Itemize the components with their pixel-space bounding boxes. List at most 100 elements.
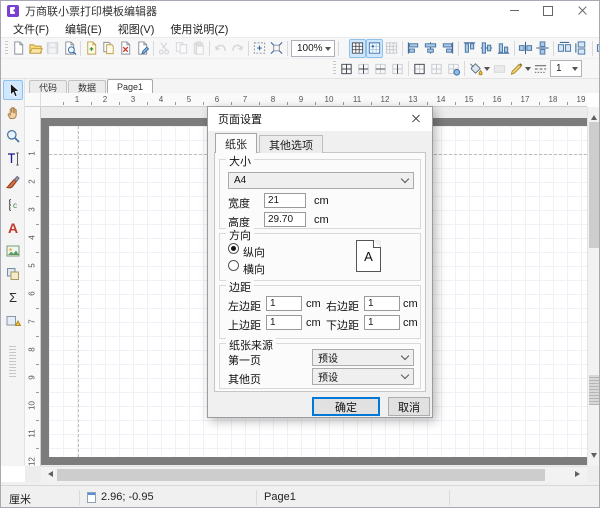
line-width-combo[interactable]: 1: [550, 60, 582, 77]
line-color-icon[interactable]: [508, 59, 525, 78]
scroll-down-icon[interactable]: [591, 453, 597, 461]
format-brush-tool[interactable]: [3, 172, 23, 192]
font-tool[interactable]: A: [3, 218, 23, 238]
bottom-margin-input[interactable]: 1: [364, 315, 400, 330]
tab-page1[interactable]: Page1: [107, 79, 153, 93]
landscape-label: 横向: [243, 261, 265, 277]
landscape-radio[interactable]: [228, 260, 239, 271]
align-middle-icon[interactable]: [478, 39, 495, 58]
ok-button[interactable]: 确定: [312, 397, 380, 416]
borders-inner-icon[interactable]: [355, 59, 372, 78]
other-pages-value: 预设: [318, 369, 338, 384]
vertical-splitter-grip[interactable]: [589, 375, 600, 405]
vertical-scroll-thumb[interactable]: [589, 122, 600, 248]
cut-icon[interactable]: [156, 39, 173, 58]
menu-help[interactable]: 使用说明(Z): [162, 20, 236, 38]
image-tool[interactable]: [3, 241, 23, 261]
vertical-scrollbar[interactable]: [587, 107, 600, 466]
maximize-icon[interactable]: [531, 1, 565, 20]
toolbar-separator: [514, 41, 515, 56]
borders-horizontal-icon[interactable]: [372, 59, 389, 78]
right-margin-input[interactable]: 1: [364, 296, 400, 311]
svg-text:c: c: [13, 201, 17, 210]
fill-color-icon[interactable]: [467, 59, 484, 78]
zoom-tool[interactable]: [3, 126, 23, 146]
minimize-icon[interactable]: [497, 1, 531, 20]
border-options-icon[interactable]: [445, 59, 462, 78]
open-icon[interactable]: [27, 39, 44, 58]
first-page-combo[interactable]: 预设: [312, 349, 414, 366]
menu-edit[interactable]: 编辑(E): [57, 20, 110, 38]
paper-size-combo[interactable]: A4: [228, 172, 414, 189]
vertical-ruler[interactable]: 123456789101112: [25, 107, 41, 466]
copy-page-icon[interactable]: [100, 39, 117, 58]
left-margin-unit: cm: [306, 298, 321, 310]
redo-icon[interactable]: [229, 39, 246, 58]
portrait-radio[interactable]: [228, 243, 239, 254]
tab-other-options[interactable]: 其他选项: [259, 135, 323, 153]
layout-horizontal-icon[interactable]: [595, 39, 600, 58]
horizontal-ruler[interactable]: 12345678910111213141516171819: [41, 93, 587, 107]
close-icon[interactable]: [565, 1, 599, 20]
grid-show-icon[interactable]: [349, 39, 366, 58]
formula-tool[interactable]: Σ: [3, 287, 23, 307]
palette-splitter[interactable]: [9, 345, 16, 377]
chevron-down-icon[interactable]: [525, 67, 531, 74]
align-left-icon[interactable]: [405, 39, 422, 58]
paste-icon[interactable]: [190, 39, 207, 58]
zoom-level-combo[interactable]: 100%: [291, 40, 335, 57]
tab-code[interactable]: 代码: [29, 80, 67, 93]
same-width-icon[interactable]: [556, 39, 573, 58]
scroll-up-icon[interactable]: [591, 112, 597, 120]
zoom-region-icon[interactable]: [251, 39, 268, 58]
align-right-icon[interactable]: [439, 39, 456, 58]
page-setup-icon[interactable]: [134, 39, 151, 58]
height-input[interactable]: 29.70: [264, 212, 306, 227]
chevron-down-icon[interactable]: [484, 67, 490, 74]
add-page-icon[interactable]: [83, 39, 100, 58]
grid-snap-icon[interactable]: [366, 39, 383, 58]
fill-none-icon[interactable]: [491, 59, 508, 78]
delete-page-icon[interactable]: [117, 39, 134, 58]
menu-file[interactable]: 文件(F): [5, 20, 57, 38]
left-margin-input[interactable]: 1: [266, 296, 302, 311]
borders-all-icon[interactable]: [338, 59, 355, 78]
text-tool[interactable]: [3, 149, 23, 169]
tab-paper[interactable]: 纸张: [215, 133, 257, 153]
shapes-tool[interactable]: [3, 264, 23, 284]
center-vertical-icon[interactable]: [534, 39, 551, 58]
same-height-icon[interactable]: [573, 39, 590, 58]
width-input[interactable]: 21: [264, 193, 306, 208]
align-bottom-icon[interactable]: [495, 39, 512, 58]
undo-icon[interactable]: [212, 39, 229, 58]
borders-outer-icon[interactable]: [411, 59, 428, 78]
align-center-icon[interactable]: [422, 39, 439, 58]
hand-tool[interactable]: [3, 103, 23, 123]
top-margin-input[interactable]: 1: [266, 315, 302, 330]
new-icon[interactable]: [10, 39, 27, 58]
pointer-tool[interactable]: [3, 80, 23, 100]
center-horizontal-icon[interactable]: [517, 39, 534, 58]
grid-hide-icon[interactable]: [383, 39, 400, 58]
dialog-close-icon[interactable]: [402, 109, 430, 128]
save-icon[interactable]: [44, 39, 61, 58]
tab-data[interactable]: 数据: [68, 80, 106, 93]
special-shape-tool[interactable]: [3, 310, 23, 330]
copy-icon[interactable]: [173, 39, 190, 58]
zoom-fit-icon[interactable]: [268, 39, 285, 58]
scroll-right-icon[interactable]: [575, 471, 583, 477]
ruler-number: 6: [210, 95, 224, 104]
menu-view[interactable]: 视图(V): [110, 20, 163, 38]
cancel-button[interactable]: 取消: [388, 397, 430, 416]
print-preview-icon[interactable]: [61, 39, 78, 58]
data-field-tool[interactable]: c: [3, 195, 23, 215]
other-pages-combo[interactable]: 预设: [312, 368, 414, 385]
size-group: 大小 A4 宽度 21 cm 高度 29.70 cm: [219, 159, 421, 229]
horizontal-scrollbar[interactable]: [41, 466, 587, 482]
line-style-icon[interactable]: [532, 59, 549, 78]
align-top-icon[interactable]: [461, 39, 478, 58]
borders-vertical-icon[interactable]: [389, 59, 406, 78]
scroll-left-icon[interactable]: [45, 471, 53, 477]
borders-none-icon[interactable]: [428, 59, 445, 78]
horizontal-scroll-thumb[interactable]: [57, 469, 545, 481]
